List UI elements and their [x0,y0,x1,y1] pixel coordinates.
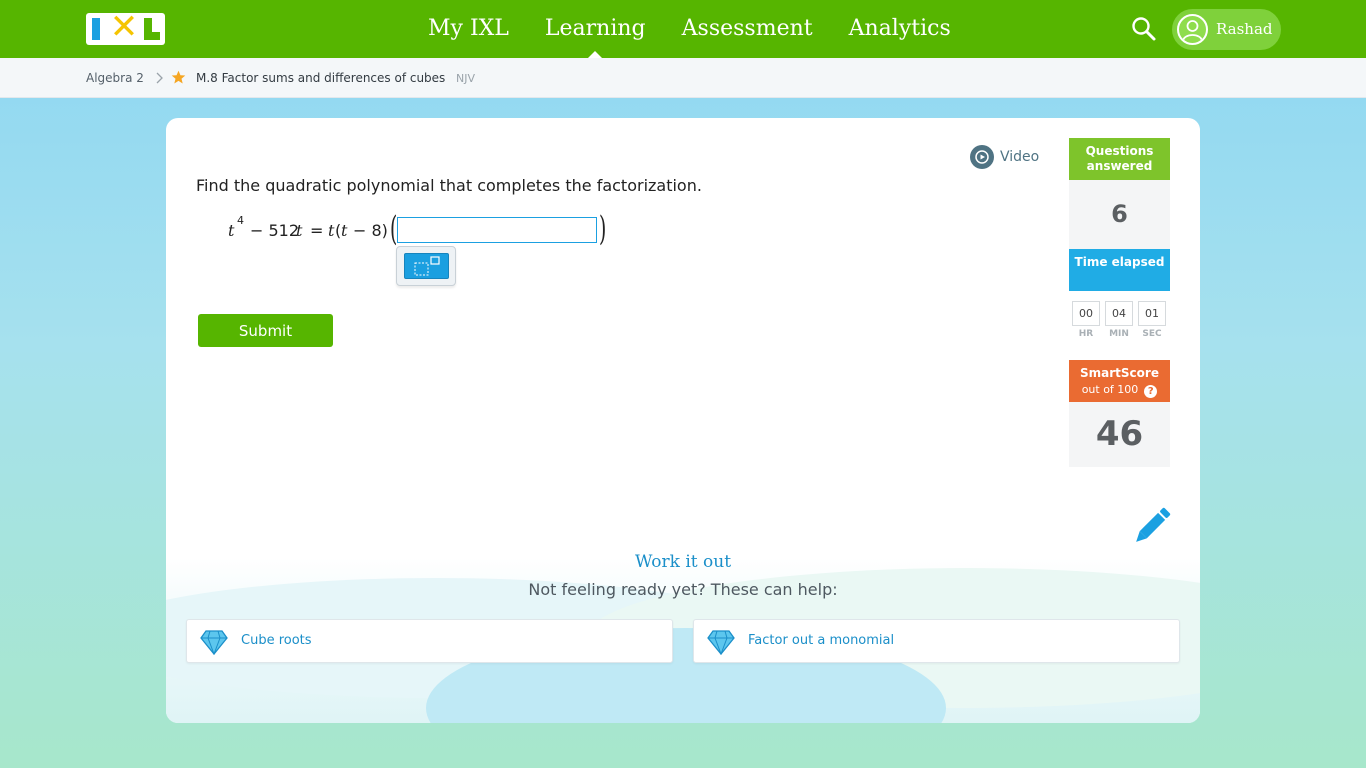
submit-button[interactable]: Submit [198,314,333,347]
user-menu-button[interactable]: Rashad [1172,9,1281,50]
top-nav: ✕ My IXL Learning Assessment Analytics R… [0,0,1366,58]
smartscore-label: SmartScore [1080,366,1159,380]
logo-l-foot [144,32,160,40]
search-icon [1132,17,1156,41]
ixl-logo[interactable]: ✕ [86,13,165,45]
nav-my-ixl[interactable]: My IXL [410,0,527,58]
logo-x-mark: ✕ [109,13,139,45]
main-nav: My IXL Learning Assessment Analytics [410,0,969,58]
smartscore-header: SmartScore out of 100? [1069,360,1170,402]
user-icon [1182,20,1203,42]
avatar [1177,14,1208,45]
equation-rhs-factor: t [328,221,335,240]
scratchpad-button[interactable] [1130,506,1172,548]
search-button[interactable] [1130,15,1158,43]
equation-base: t [228,221,235,240]
video-label: Video [1000,149,1040,165]
questions-answered-label: Questions answered [1069,138,1170,180]
timer-minutes: 04 [1105,301,1133,326]
equation-minus-term: − 512 [250,221,300,240]
exponent-template-icon [404,253,449,279]
help-link-factor-out-monomial[interactable]: Factor out a monomial [693,619,1180,663]
work-it-out-subtitle: Not feeling ready yet? These can help: [528,580,838,599]
work-it-out-heading: Work it out [634,552,732,572]
play-icon [970,145,994,169]
nav-analytics[interactable]: Analytics [831,0,969,58]
equation-var: t [296,221,303,240]
diamond-icon [707,630,735,655]
equation-close-paren: ) [598,209,607,249]
time-elapsed-timer: 00 04 01 HR MIN SEC [1069,291,1170,360]
smartscore-value: 46 [1069,402,1170,467]
smartscore-sublabel: out of 100 [1081,383,1139,396]
time-elapsed-label: Time elapsed [1069,249,1170,291]
help-link-cube-roots[interactable]: Cube roots [186,619,673,663]
equation-exponent: 4 [237,214,244,227]
exponent-tool-button[interactable] [396,246,456,286]
stats-sidebar: Questions answered 6 Time elapsed 00 04 … [1069,138,1170,467]
nav-assessment[interactable]: Assessment [664,0,831,58]
star-icon[interactable] [171,70,186,85]
pencil-icon [1136,507,1171,542]
equation-equals: = [310,221,324,240]
breadcrumb-skill-title: M.8 Factor sums and differences of cubes [196,71,446,85]
help-icon[interactable]: ? [1144,385,1158,398]
timer-minutes-unit: MIN [1109,329,1129,339]
timer-seconds-unit: SEC [1142,329,1162,339]
practice-card: Video Find the quadratic polynomial that… [166,118,1200,723]
breadcrumb-subject-link[interactable]: Algebra 2 [86,58,144,98]
diamond-icon [200,630,228,655]
questions-answered-count: 6 [1069,180,1170,249]
breadcrumb: Algebra 2 M.8 Factor sums and difference… [0,58,1366,98]
chevron-right-icon [156,72,163,84]
timer-hours-unit: HR [1078,329,1094,339]
question-prompt: Find the quadratic polynomial that compl… [196,176,702,195]
answer-input[interactable] [397,217,597,243]
timer-seconds: 01 [1138,301,1166,326]
nav-learning[interactable]: Learning [527,0,664,58]
user-name: Rashad [1216,20,1273,38]
equation-rhs-var: t [341,221,348,240]
equation-rhs-rest: − 8) [353,221,388,240]
help-link-label: Cube roots [241,633,312,648]
timer-hours: 00 [1072,301,1100,326]
skill-code: NJV [456,72,475,85]
logo-i-mark [92,18,100,40]
help-link-label: Factor out a monomial [748,633,895,648]
